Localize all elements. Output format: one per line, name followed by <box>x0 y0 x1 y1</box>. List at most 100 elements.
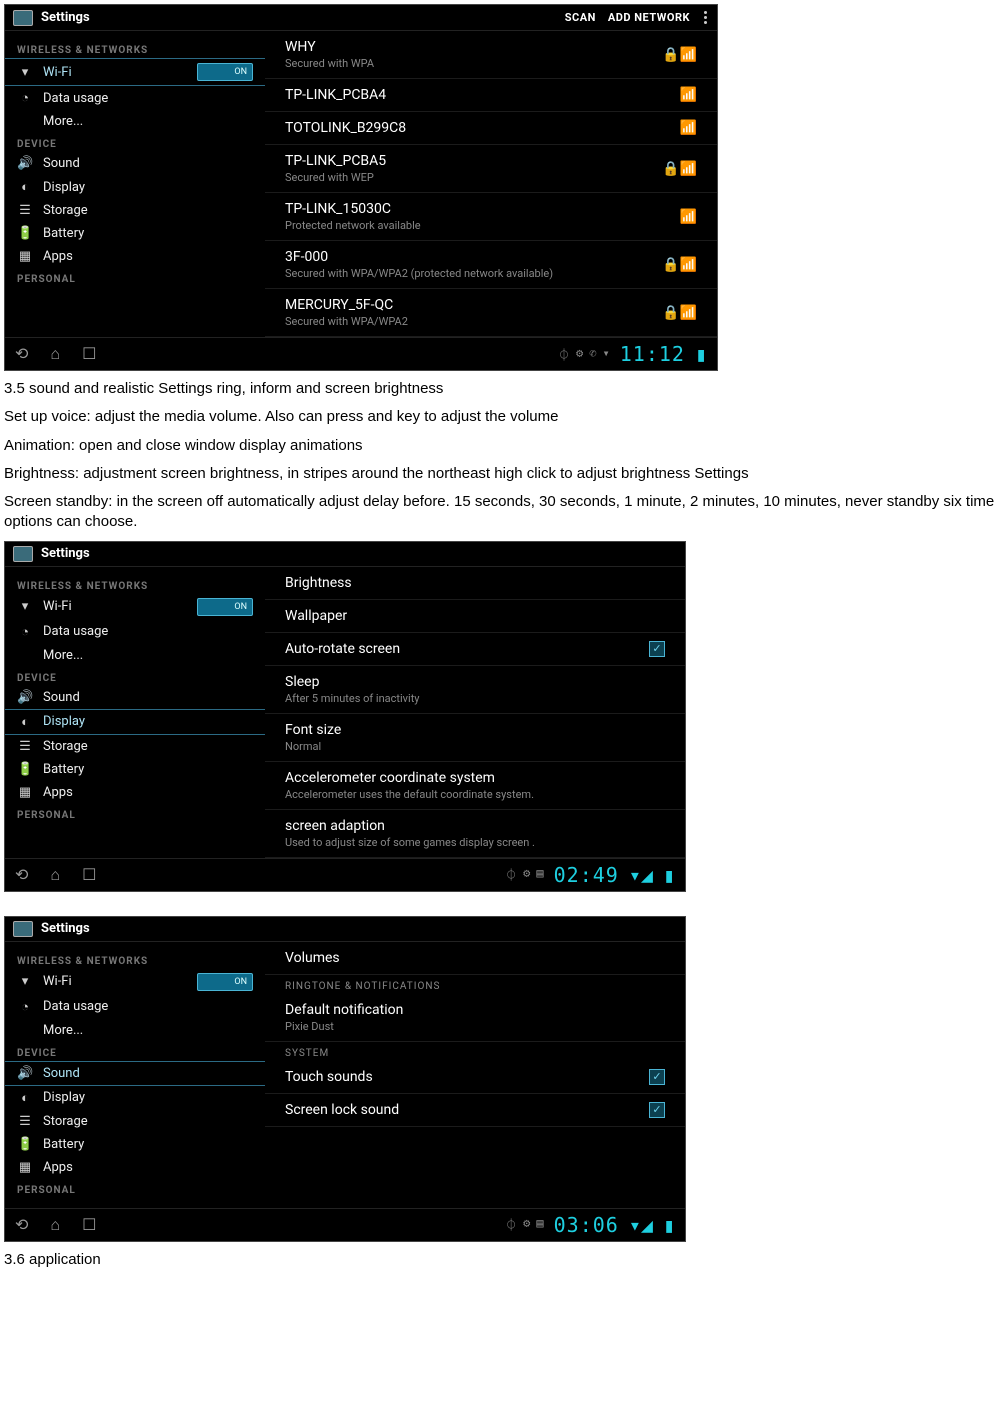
add-network-button[interactable]: ADD NETWORK <box>608 11 690 24</box>
setting-default-notification[interactable]: Default notificationPixie Dust <box>265 994 685 1042</box>
apps-icon: ▦ <box>17 785 33 800</box>
status-time: 02:49 <box>554 863 619 887</box>
titlebar: Settings <box>5 542 685 566</box>
network-row[interactable]: MERCURY_5F-QCSecured with WPA/WPA2🔒📶 <box>265 289 717 337</box>
sidebar-item-storage[interactable]: ☰Storage <box>5 1110 265 1133</box>
usb-icon: ⏀ <box>505 1216 517 1233</box>
setting-brightness[interactable]: Brightness <box>265 567 685 600</box>
network-row[interactable]: TP-LINK_PCBA5Secured with WEP🔒📶 <box>265 145 717 193</box>
back-icon[interactable]: ⟲ <box>15 1215 28 1235</box>
sidebar-header-device: DEVICE <box>5 667 265 686</box>
sidebar-item-label: Battery <box>43 762 84 777</box>
setting-screen-adaption[interactable]: screen adaptionUsed to adjust size of so… <box>265 810 685 858</box>
battery-status-icon: ▮ <box>663 863 675 887</box>
display-icon: ◐ <box>17 1090 33 1106</box>
home-icon[interactable]: ⌂ <box>50 344 60 364</box>
sidebar-item-data-usage[interactable]: ◔Data usage <box>5 995 265 1019</box>
debug-icon: ⚙ <box>576 346 583 363</box>
overflow-menu-icon[interactable] <box>702 9 709 26</box>
setting-touch-sounds[interactable]: Touch sounds✓ <box>265 1061 685 1094</box>
setting-screen-lock-sound[interactable]: Screen lock sound✓ <box>265 1094 685 1127</box>
sidebar-item-label: Storage <box>43 739 88 754</box>
sidebar-item-display[interactable]: ◐Display <box>5 709 265 735</box>
setting-sleep[interactable]: SleepAfter 5 minutes of inactivity <box>265 666 685 714</box>
setting-auto-rotate[interactable]: Auto-rotate screen✓ <box>265 633 685 666</box>
sidebar-item-label: Data usage <box>43 624 108 639</box>
doc-paragraph: 3.5 sound and realistic Settings ring, i… <box>0 375 1008 403</box>
network-name: WHY <box>285 39 374 55</box>
sidebar-item-battery[interactable]: 🔋Battery <box>5 1133 265 1156</box>
home-icon[interactable]: ⌂ <box>50 865 60 885</box>
sidebar-item-label: Storage <box>43 203 88 218</box>
network-security: Secured with WEP <box>285 171 386 184</box>
sidebar-item-storage[interactable]: ☰Storage <box>5 735 265 758</box>
sd-icon: ▤ <box>536 1216 543 1233</box>
back-icon[interactable]: ⟲ <box>15 865 28 885</box>
sidebar-item-wifi[interactable]: ▾ Wi-Fi ON <box>5 594 265 620</box>
sidebar-header-wireless: WIRELESS & NETWORKS <box>5 39 265 58</box>
sidebar-header-personal: PERSONAL <box>5 804 265 823</box>
usb-icon: ⏀ <box>558 346 570 363</box>
setting-accelerometer[interactable]: Accelerometer coordinate systemAccelerom… <box>265 762 685 810</box>
sidebar-header-personal: PERSONAL <box>5 268 265 287</box>
recents-icon[interactable]: ☐ <box>82 344 96 364</box>
speaker-icon: 🔊 <box>17 690 33 705</box>
sidebar-item-battery[interactable]: 🔋Battery <box>5 222 265 245</box>
network-row[interactable]: TP-LINK_PCBA4📶 <box>265 79 717 112</box>
wifi-icon: ▾ <box>17 65 33 80</box>
wifi-toggle[interactable]: ON <box>197 973 253 991</box>
sidebar-item-sound[interactable]: 🔊Sound <box>5 686 265 709</box>
sidebar-item-battery[interactable]: 🔋Battery <box>5 758 265 781</box>
system-navbar: ⟲ ⌂ ☐ ⏀⚙▤ 03:06 ▾◢ ▮ <box>5 1208 685 1241</box>
network-row[interactable]: TOTOLINK_B299C8📶 <box>265 112 717 145</box>
wifi-toggle[interactable]: ON <box>197 63 253 81</box>
home-icon[interactable]: ⌂ <box>50 1215 60 1235</box>
checkbox-icon[interactable]: ✓ <box>649 1069 665 1085</box>
sidebar-item-more[interactable]: More... <box>5 644 265 667</box>
network-name: TOTOLINK_B299C8 <box>285 120 406 136</box>
scan-button[interactable]: SCAN <box>565 11 596 24</box>
recents-icon[interactable]: ☐ <box>82 1215 96 1235</box>
setting-volumes[interactable]: Volumes <box>265 942 685 975</box>
sidebar-item-wifi[interactable]: ▾Wi-FiON <box>5 969 265 995</box>
checkbox-icon[interactable]: ✓ <box>649 1102 665 1118</box>
sidebar-item-sound[interactable]: 🔊Sound <box>5 152 265 175</box>
sidebar-item-wifi[interactable]: ▾ Wi-Fi ON <box>5 58 265 86</box>
sidebar-item-apps[interactable]: ▦ Apps <box>5 245 265 268</box>
sidebar-item-data-usage[interactable]: ◔ Data usage <box>5 86 265 110</box>
apps-icon: ▦ <box>17 249 33 264</box>
titlebar: Settings SCAN ADD NETWORK <box>5 5 717 30</box>
sidebar-item-label: Wi-Fi <box>43 599 72 614</box>
battery-status-icon: ▮ <box>695 342 707 366</box>
sidebar-item-display[interactable]: ◐Display <box>5 175 265 199</box>
recents-icon[interactable]: ☐ <box>82 865 96 885</box>
sidebar-item-label: Wi-Fi <box>43 974 72 989</box>
network-row[interactable]: WHYSecured with WPA🔒📶 <box>265 31 717 79</box>
sidebar-item-sound[interactable]: 🔊Sound <box>5 1061 265 1086</box>
display-icon: ◐ <box>17 179 33 195</box>
setting-wallpaper[interactable]: Wallpaper <box>265 600 685 633</box>
battery-status-icon: ▮ <box>663 1213 675 1237</box>
sidebar-item-label: Display <box>43 1090 85 1105</box>
sidebar-item-data-usage[interactable]: ◔Data usage <box>5 620 265 644</box>
sidebar-item-label: Wi-Fi <box>43 65 72 80</box>
system-navbar: ⟲ ⌂ ☐ ⏀⚙✆▾ 11:12 ▮ <box>5 337 717 370</box>
sidebar-item-storage[interactable]: ☰Storage <box>5 199 265 222</box>
sidebar-item-display[interactable]: ◐ Display <box>5 1086 265 1110</box>
setting-font-size[interactable]: Font sizeNormal <box>265 714 685 762</box>
network-row[interactable]: 3F-000Secured with WPA/WPA2 (protected n… <box>265 241 717 289</box>
doc-paragraph: Set up voice: adjust the media volume. A… <box>0 403 1008 431</box>
back-icon[interactable]: ⟲ <box>15 344 28 364</box>
category-system: SYSTEM <box>265 1042 685 1061</box>
sidebar-item-more[interactable]: More... <box>5 1019 265 1042</box>
sidebar-item-label: Apps <box>43 1160 73 1175</box>
sidebar-item-more[interactable]: More... <box>5 110 265 133</box>
sidebar-item-label: Apps <box>43 249 73 264</box>
sidebar-item-apps[interactable]: ▦Apps <box>5 781 265 804</box>
network-row[interactable]: TP-LINK_15030CProtected network availabl… <box>265 193 717 241</box>
sidebar-item-apps[interactable]: ▦Apps <box>5 1156 265 1179</box>
wifi-icon: ▾ <box>17 599 33 614</box>
checkbox-icon[interactable]: ✓ <box>649 641 665 657</box>
titlebar: Settings <box>5 917 685 941</box>
wifi-toggle[interactable]: ON <box>197 598 253 616</box>
